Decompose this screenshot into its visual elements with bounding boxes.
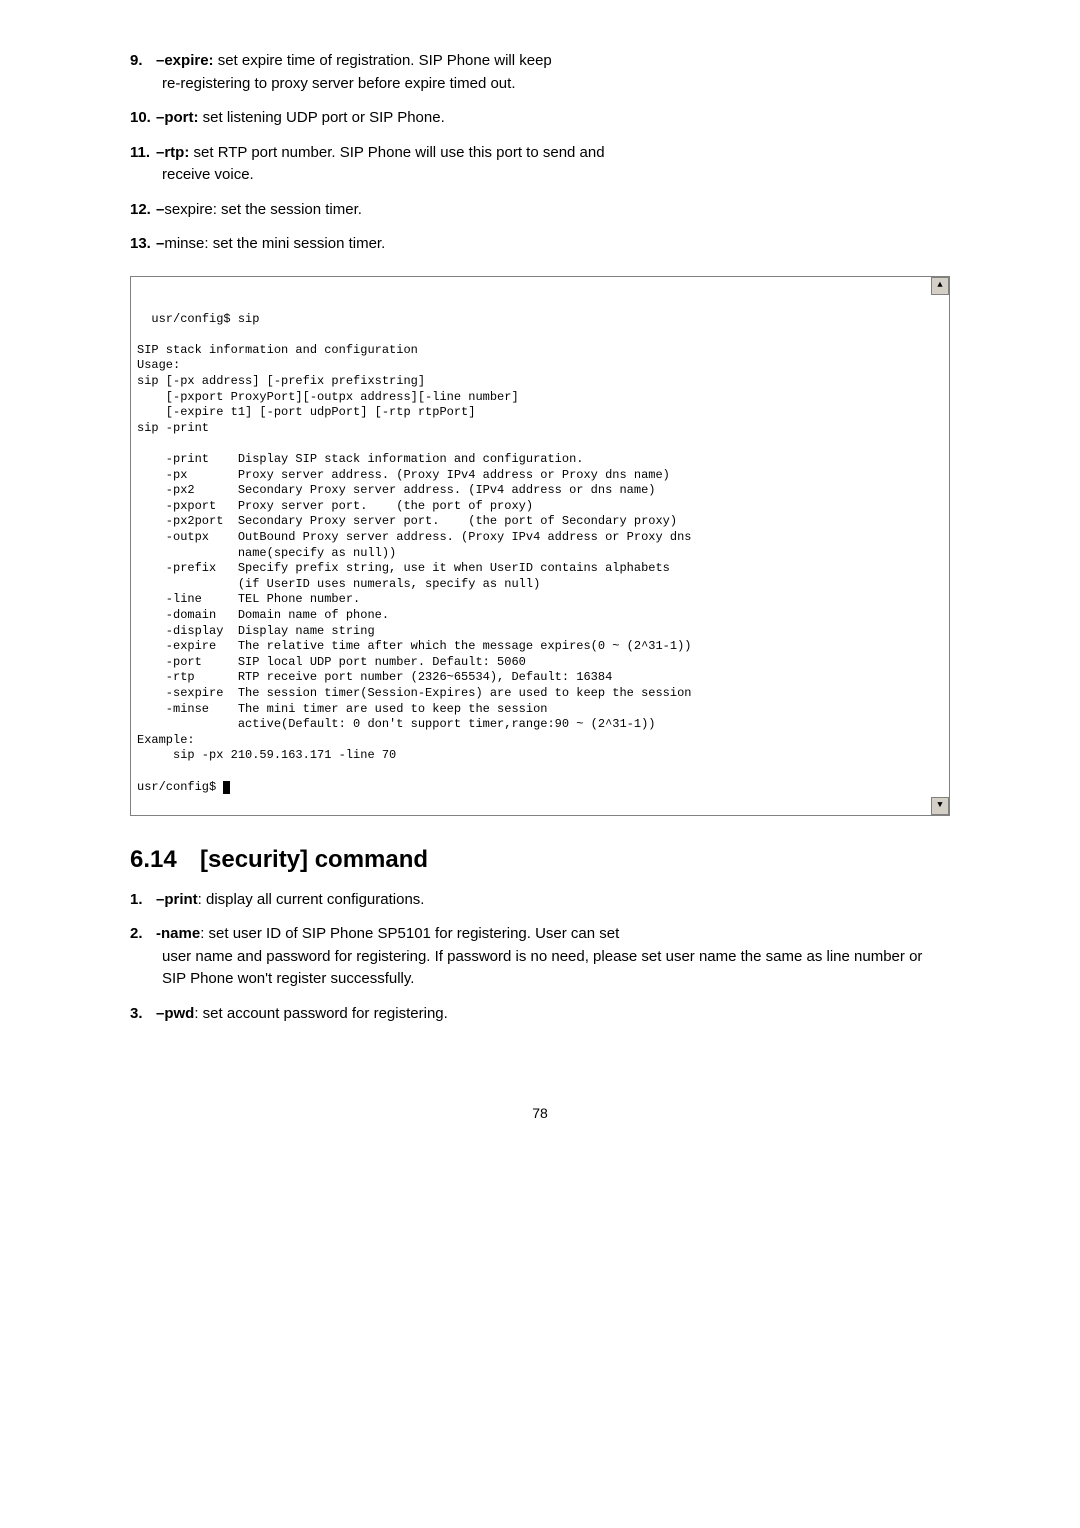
item-cont: user name and password for registering. …: [162, 946, 950, 991]
item-opt: –expire:: [156, 52, 214, 69]
item-text: : display all current configurations.: [198, 891, 425, 908]
item-opt: -name: [156, 925, 200, 942]
item-text: sexpire: set the session timer.: [164, 201, 362, 218]
item-text: set expire time of registration. SIP Pho…: [214, 52, 552, 69]
item-text: : set user ID of SIP Phone SP5101 for re…: [200, 925, 619, 942]
item-opt: –port:: [156, 109, 199, 126]
item-text: : set account password for registering.: [194, 1005, 447, 1022]
list-item: 13.–minse: set the mini session timer.: [130, 233, 950, 256]
list-item: 2.-name: set user ID of SIP Phone SP5101…: [130, 923, 950, 991]
item-num: 11.: [130, 142, 156, 165]
item-num: 9.: [130, 50, 156, 73]
list-item: 10.–port: set listening UDP port or SIP …: [130, 107, 950, 130]
item-text: set RTP port number. SIP Phone will use …: [189, 144, 604, 161]
item-opt: –pwd: [156, 1005, 194, 1022]
heading-num: 6.14: [130, 846, 200, 874]
list-item: 1.–print: display all current configurat…: [130, 889, 950, 912]
item-num: 12.: [130, 199, 156, 222]
item-opt: –rtp:: [156, 144, 189, 161]
terminal-output: ▲ usr/config$ sip SIP stack information …: [130, 276, 950, 816]
heading-title: [security] command: [200, 846, 428, 873]
list-item: 11.–rtp: set RTP port number. SIP Phone …: [130, 142, 950, 187]
page-number: 78: [130, 1105, 950, 1121]
scroll-up-button[interactable]: ▲: [931, 277, 949, 295]
terminal-text: usr/config$ sip SIP stack information an…: [137, 312, 692, 794]
item-num: 1.: [130, 889, 156, 912]
section-heading: 6.14[security] command: [130, 846, 950, 874]
item-text: set listening UDP port or SIP Phone.: [199, 109, 445, 126]
list-item: 3.–pwd: set account password for registe…: [130, 1003, 950, 1026]
terminal-cursor: [223, 781, 230, 794]
item-cont: re-registering to proxy server before ex…: [162, 73, 950, 96]
scroll-down-button[interactable]: ▼: [931, 797, 949, 815]
item-num: 10.: [130, 107, 156, 130]
item-num: 3.: [130, 1003, 156, 1026]
item-text: minse: set the mini session timer.: [164, 235, 385, 252]
item-opt: –print: [156, 891, 198, 908]
item-num: 13.: [130, 233, 156, 256]
item-cont: receive voice.: [162, 164, 950, 187]
bottom-list: 1.–print: display all current configurat…: [130, 889, 950, 1026]
list-item: 12.–sexpire: set the session timer.: [130, 199, 950, 222]
item-num: 2.: [130, 923, 156, 946]
top-list: 9.–expire: set expire time of registrati…: [130, 50, 950, 256]
list-item: 9.–expire: set expire time of registrati…: [130, 50, 950, 95]
